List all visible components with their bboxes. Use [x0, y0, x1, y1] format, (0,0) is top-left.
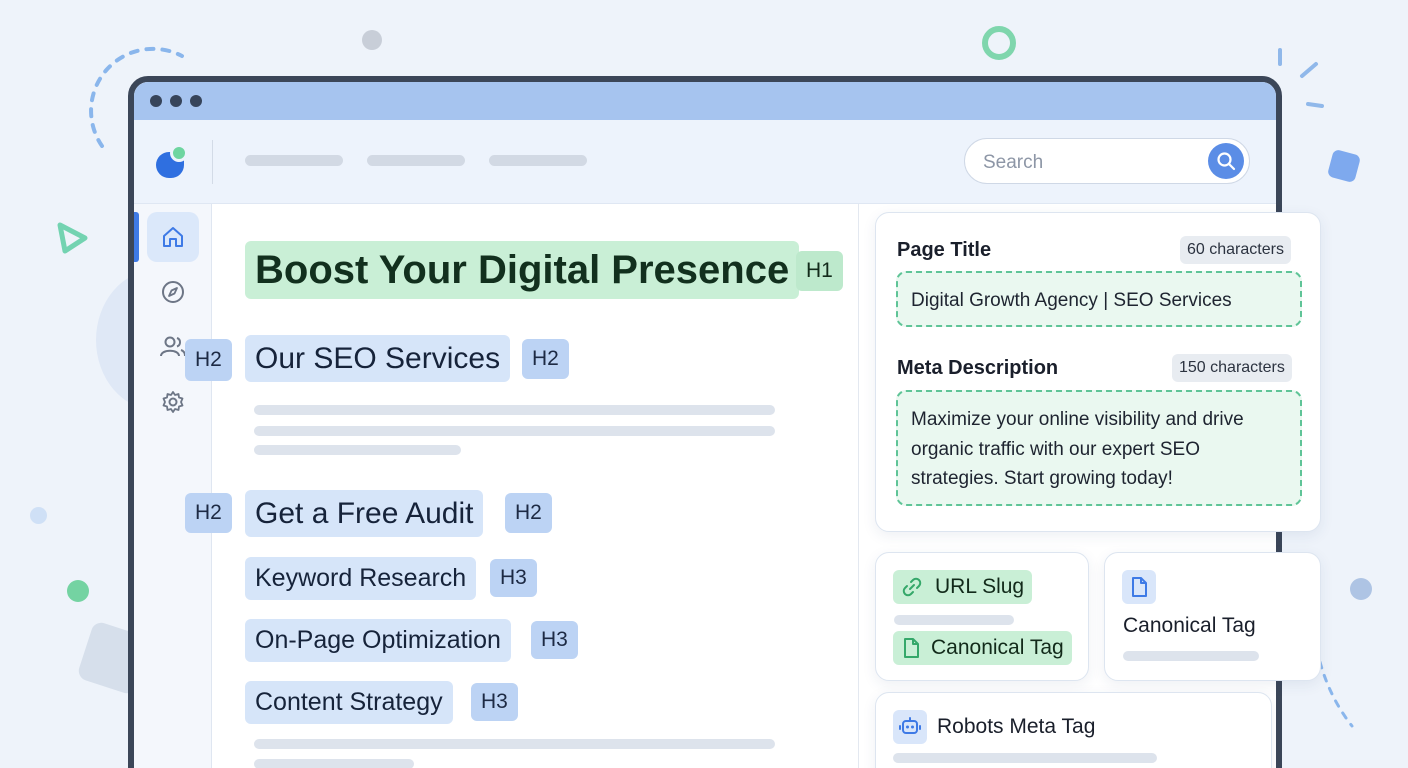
window-dot: [190, 95, 202, 107]
h2-badge: H2: [505, 493, 552, 533]
nav-placeholder[interactable]: [367, 155, 465, 166]
canonical-chip[interactable]: Canonical Tag: [893, 631, 1072, 665]
sidebar: [134, 204, 212, 768]
h1-heading[interactable]: Boost Your Digital Presence: [245, 241, 800, 299]
page-title-count: 60 characters: [1180, 236, 1291, 264]
h3-heading[interactable]: On-Page Optimization: [245, 619, 511, 662]
dashed-line-decoration: [1318, 660, 1354, 728]
robot-icon-box: [893, 710, 927, 744]
h2-heading[interactable]: Get a Free Audit: [245, 490, 484, 537]
compass-icon: [162, 281, 184, 303]
decor-dot: [30, 507, 47, 524]
text-placeholder: [893, 753, 1157, 763]
divider: [212, 140, 213, 184]
sidebar-item-explore[interactable]: [147, 267, 199, 317]
text-placeholder: [254, 405, 775, 415]
canonical-card[interactable]: Canonical Tag: [1104, 552, 1321, 681]
text-placeholder: [254, 426, 775, 436]
decor-dot: [1350, 578, 1372, 600]
top-bar: Search: [134, 120, 1276, 204]
play-triangle-decoration: [57, 222, 88, 254]
gear-icon: [162, 391, 184, 413]
text-placeholder: [254, 445, 461, 455]
home-icon: [163, 227, 183, 247]
window-dot: [170, 95, 182, 107]
meta-description-field[interactable]: Maximize your online visibility and driv…: [896, 390, 1302, 506]
title-bar: [134, 82, 1276, 120]
link-icon: [902, 577, 922, 597]
search-placeholder: Search: [983, 152, 1044, 173]
h3-badge: H3: [490, 559, 537, 597]
sidebar-item-settings[interactable]: [147, 377, 199, 427]
h2-left-badge: H2: [185, 493, 232, 533]
robot-icon: [899, 717, 921, 734]
canonical-label: Canonical Tag: [931, 636, 1064, 659]
window-dot: [150, 95, 162, 107]
h3-heading[interactable]: Keyword Research: [245, 557, 477, 600]
page-title-value: Digital Growth Agency | SEO Services: [911, 290, 1232, 311]
meta-description-label: Meta Description: [897, 357, 1059, 379]
decor-dot: [362, 30, 382, 50]
search-button[interactable]: [1208, 143, 1244, 179]
decor-square: [1326, 148, 1362, 184]
meta-panel: Page Title 60 characters Digital Growth …: [875, 212, 1321, 532]
text-placeholder: [254, 759, 414, 768]
meta-description-count: 150 characters: [1172, 354, 1292, 382]
nav-placeholder[interactable]: [245, 155, 343, 166]
page-title-label: Page Title: [897, 239, 992, 261]
nav-placeholder[interactable]: [489, 155, 587, 166]
canonical-card-title: Canonical Tag: [1123, 614, 1256, 637]
search-input[interactable]: Search: [964, 138, 1250, 184]
h3-heading[interactable]: Content Strategy: [245, 681, 453, 724]
users-icon: [160, 336, 186, 357]
url-slug-chip[interactable]: URL Slug: [893, 570, 1033, 604]
sidebar-item-home[interactable]: [147, 212, 199, 262]
active-indicator: [134, 212, 139, 262]
h2-left-badge: H2: [185, 339, 232, 381]
text-placeholder: [894, 615, 1014, 625]
content-divider: [858, 204, 859, 768]
document-icon-box: [1122, 570, 1156, 604]
decor-ring: [982, 26, 1016, 60]
h1-badge: H1: [796, 251, 843, 291]
meta-description-value: Maximize your online visibility and driv…: [911, 409, 1244, 489]
robots-card[interactable]: Robots Meta Tag: [875, 692, 1272, 768]
h3-badge: H3: [471, 683, 518, 721]
url-slug-label: URL Slug: [935, 575, 1025, 598]
h2-heading[interactable]: Our SEO Services: [245, 335, 511, 382]
document-icon: [1132, 577, 1147, 597]
decor-dot: [67, 580, 89, 602]
h3-badge: H3: [531, 621, 578, 659]
search-icon: [1217, 152, 1236, 171]
url-slug-card: URL Slug Canonical Tag: [875, 552, 1089, 681]
robots-card-title: Robots Meta Tag: [937, 715, 1096, 738]
text-placeholder: [254, 739, 775, 749]
text-placeholder: [1123, 651, 1259, 661]
h2-badge: H2: [522, 339, 569, 379]
document-icon: [904, 638, 919, 658]
page-title-field[interactable]: Digital Growth Agency | SEO Services: [896, 271, 1302, 327]
app-logo[interactable]: [156, 144, 190, 178]
